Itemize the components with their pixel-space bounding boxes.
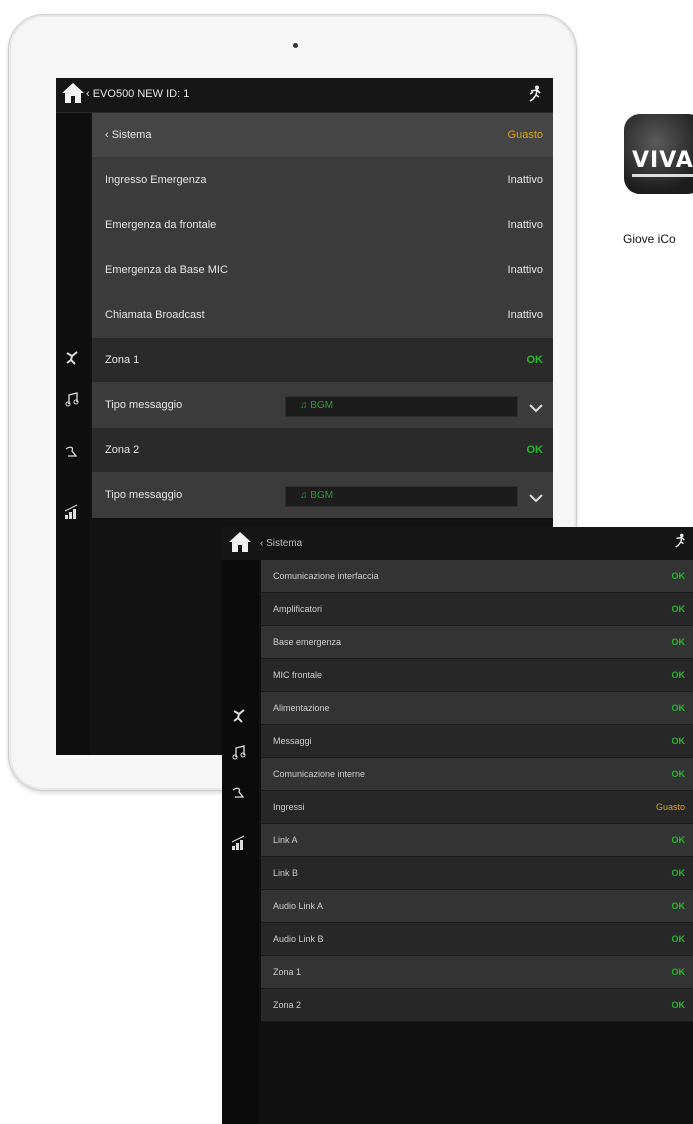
list-item[interactable]: Ingresso Emergenza Inattivo <box>92 158 553 203</box>
status-value: Inattivo <box>507 309 543 321</box>
list-item[interactable]: Link B OK <box>261 857 693 890</box>
row-label: Base emergenza <box>273 637 342 647</box>
list-item[interactable]: Chiamata Broadcast Inattivo <box>92 293 553 338</box>
select-value: ♫ BGM <box>300 400 334 411</box>
list-item-zone[interactable]: Zona 1 OK <box>92 338 553 383</box>
panel-status-list: Comunicazione interfaccia OK Amplificatori… <box>261 560 693 1022</box>
status-value: Guasto <box>655 802 685 812</box>
brand-underline <box>632 174 693 177</box>
app-icon[interactable]: VIVAL <box>624 114 693 194</box>
list-item-sistema[interactable]: ‹ Sistema Guasto <box>92 113 553 158</box>
status-value: OK <box>671 604 686 614</box>
row-label: Zona 2 <box>273 1000 302 1010</box>
status-value: OK <box>526 354 544 366</box>
signal-bars-icon[interactable] <box>231 835 247 856</box>
row-label: Messaggi <box>273 736 312 746</box>
row-label: Audio Link A <box>273 901 324 911</box>
status-value: OK <box>671 934 686 944</box>
list-item[interactable]: Link A OK <box>261 824 693 857</box>
status-value: OK <box>671 769 686 779</box>
list-item[interactable]: Ingressi Guasto <box>261 791 693 824</box>
panel-top-bar: ‹ Sistema <box>222 527 693 560</box>
status-list: ‹ Sistema Guasto Ingresso Emergenza Inat… <box>92 113 553 518</box>
microphone-icon[interactable] <box>64 444 80 465</box>
status-value: OK <box>526 444 544 456</box>
list-item[interactable]: Alimentazione OK <box>261 692 693 725</box>
status-value: OK <box>671 571 686 581</box>
running-man-icon[interactable] <box>527 85 543 108</box>
row-label: Comunicazione interfaccia <box>273 571 379 581</box>
message-type-select[interactable]: ♫ BGM <box>285 396 518 417</box>
microphone-icon[interactable] <box>231 785 247 806</box>
row-label: Emergenza da Base MIC <box>105 264 228 276</box>
status-value: OK <box>671 868 686 878</box>
row-label: Zona 1 <box>105 354 140 366</box>
app-name: Giove iCo <box>623 232 676 246</box>
status-value: Guasto <box>507 129 543 141</box>
chevron-down-icon[interactable] <box>529 400 543 418</box>
list-item[interactable]: Comunicazione interfaccia OK <box>261 560 693 593</box>
front-camera <box>293 43 298 48</box>
message-type-row: Tipo messaggio ♫ BGM <box>92 473 553 518</box>
list-item[interactable]: Audio Link A OK <box>261 890 693 923</box>
status-value: Inattivo <box>507 174 543 186</box>
row-label: Amplificatori <box>273 604 323 614</box>
row-label: Link B <box>273 868 299 878</box>
status-value: OK <box>671 670 686 680</box>
list-item[interactable]: MIC frontale OK <box>261 659 693 692</box>
row-label: Alimentazione <box>273 703 330 713</box>
list-item[interactable]: Messaggi OK <box>261 725 693 758</box>
status-value: Inattivo <box>507 264 543 276</box>
music-note-icon[interactable] <box>231 745 247 766</box>
row-label: Zona 2 <box>105 444 140 456</box>
breadcrumb-back[interactable]: ‹ Sistema <box>260 538 302 549</box>
row-label: MIC frontale <box>273 670 323 680</box>
row-label: Ingresso Emergenza <box>105 174 207 186</box>
row-label: Emergenza da frontale <box>105 219 217 231</box>
chevron-down-icon[interactable] <box>529 490 543 508</box>
list-item[interactable]: Zona 2 OK <box>261 989 693 1022</box>
row-label: Zona 1 <box>273 967 302 977</box>
status-value: OK <box>671 835 686 845</box>
list-item[interactable]: Emergenza da Base MIC Inattivo <box>92 248 553 293</box>
row-label: Chiamata Broadcast <box>105 309 205 321</box>
breadcrumb-back[interactable]: ‹ EVO500 NEW ID: 1 <box>86 88 189 100</box>
running-man-icon[interactable] <box>673 533 687 554</box>
list-item-zone[interactable]: Zona 2 OK <box>92 428 553 473</box>
brand-logo-text: VIVAL <box>632 148 693 173</box>
row-label: Link A <box>273 835 298 845</box>
list-item[interactable]: Emergenza da frontale Inattivo <box>92 203 553 248</box>
row-label: Ingressi <box>273 802 305 812</box>
emergency-run-icon[interactable] <box>231 708 247 729</box>
list-item[interactable]: Amplificatori OK <box>261 593 693 626</box>
list-item[interactable]: Zona 1 OK <box>261 956 693 989</box>
status-value: OK <box>671 1000 686 1010</box>
status-value: OK <box>671 736 686 746</box>
row-label: ‹ Sistema <box>105 129 152 141</box>
top-bar: ‹ EVO500 NEW ID: 1 <box>56 78 553 113</box>
status-value: OK <box>671 703 686 713</box>
list-item[interactable]: Audio Link B OK <box>261 923 693 956</box>
list-item[interactable]: Base emergenza OK <box>261 626 693 659</box>
system-detail-panel: ‹ Sistema Comunicazione interfaccia OK Amp… <box>222 527 693 1124</box>
row-label: Comunicazione interne <box>273 769 366 779</box>
panel-side-nav <box>222 560 259 1124</box>
message-type-select[interactable]: ♫ BGM <box>285 486 518 507</box>
select-value: ♫ BGM <box>300 490 334 501</box>
message-type-row: Tipo messaggio ♫ BGM <box>92 383 553 428</box>
status-value: OK <box>671 967 686 977</box>
music-note-icon[interactable] <box>64 392 80 413</box>
signal-bars-icon[interactable] <box>64 504 80 525</box>
list-item[interactable]: Comunicazione interne OK <box>261 758 693 791</box>
status-value: OK <box>671 901 686 911</box>
status-value: Inattivo <box>507 219 543 231</box>
row-label: Tipo messaggio <box>105 399 183 411</box>
status-value: OK <box>671 637 686 647</box>
side-nav <box>56 113 90 755</box>
emergency-run-icon[interactable] <box>64 350 80 371</box>
row-label: Tipo messaggio <box>105 489 183 501</box>
home-icon[interactable] <box>228 530 252 559</box>
row-label: Audio Link B <box>273 934 324 944</box>
home-icon[interactable] <box>61 81 85 110</box>
